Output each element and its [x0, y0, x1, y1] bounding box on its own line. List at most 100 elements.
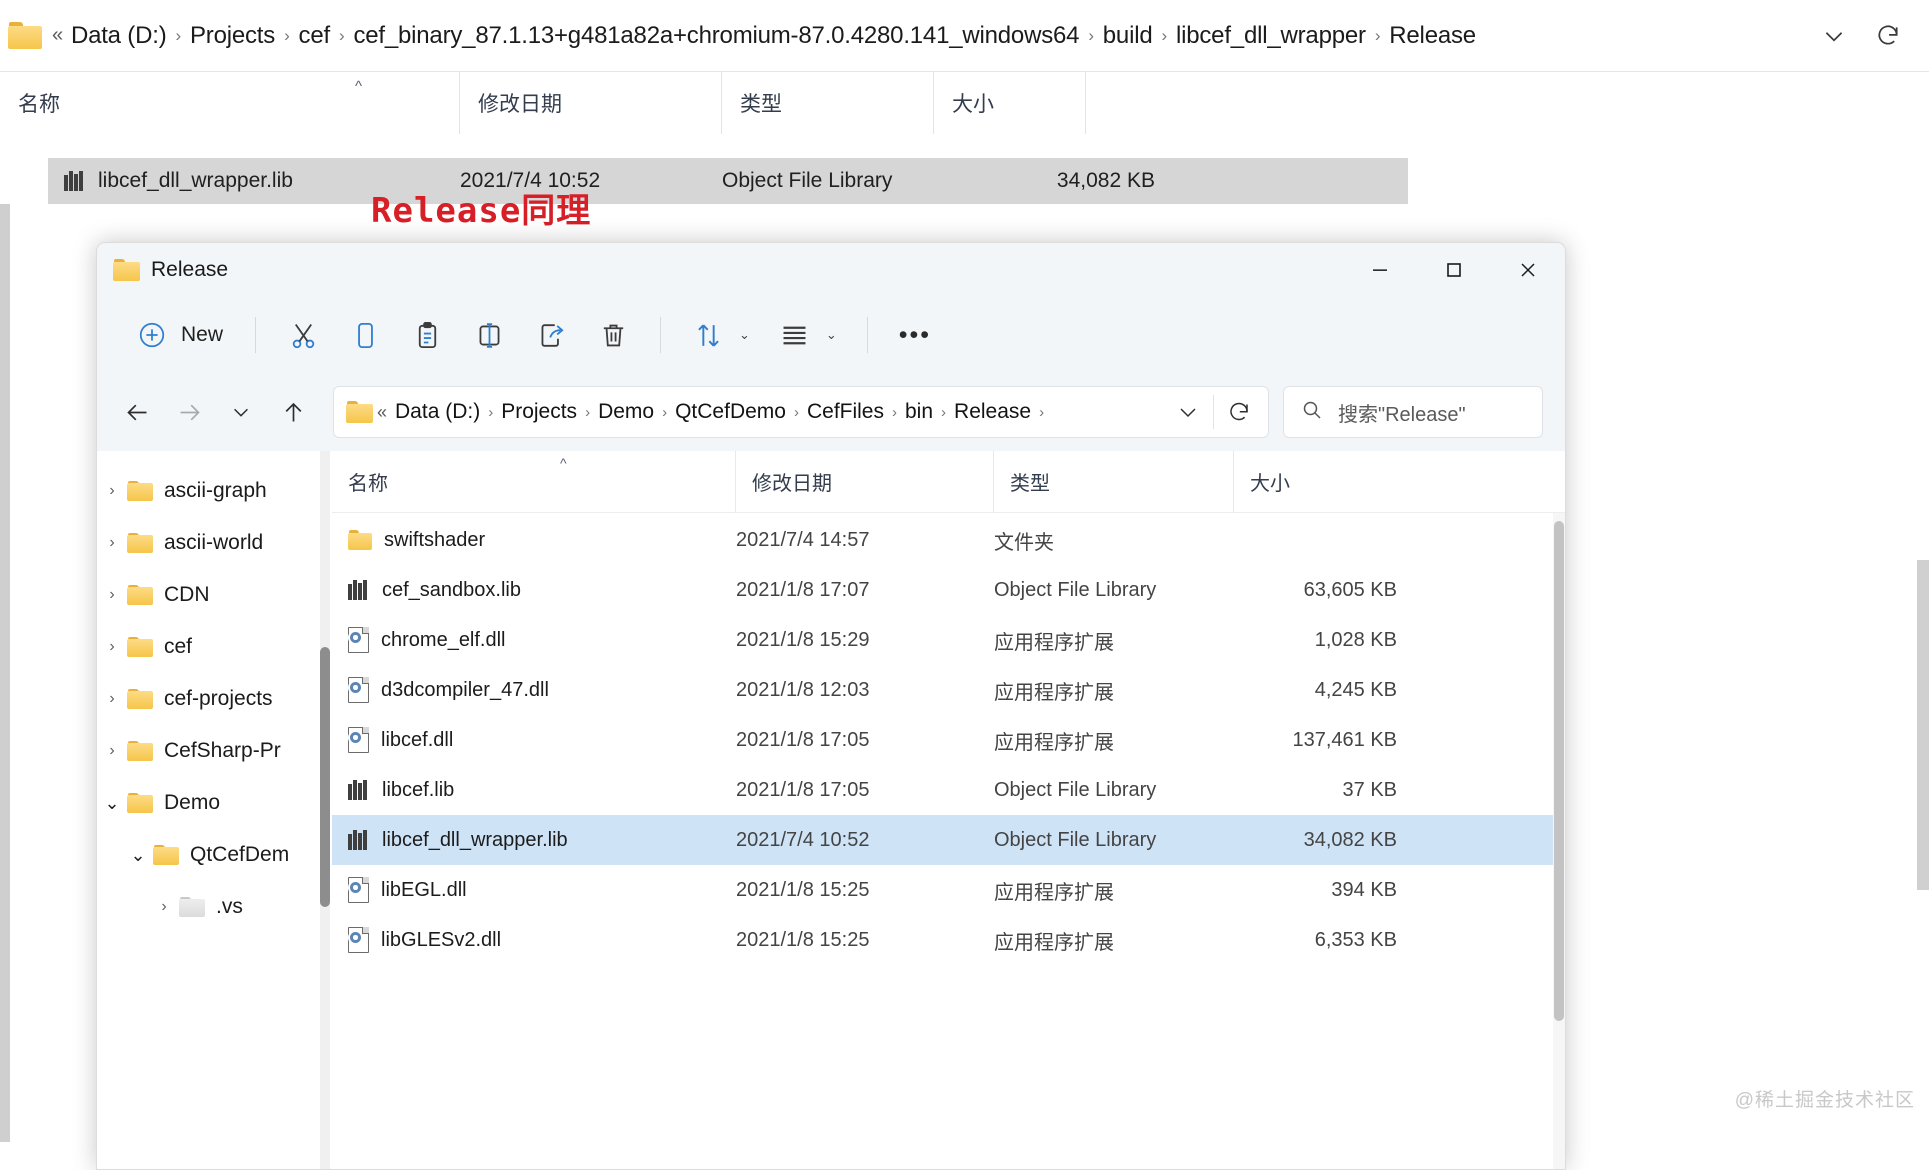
search-input[interactable]: 搜索"Release" — [1283, 386, 1543, 438]
breadcrumb-item-ceffiles[interactable]: CefFiles — [807, 400, 884, 424]
forward-button[interactable] — [163, 386, 215, 438]
view-button[interactable]: ⌄ — [764, 309, 851, 361]
table-row[interactable]: libcef_dll_wrapper.lib 2021/7/4 10:52 Ob… — [48, 158, 1408, 204]
chevron-right-icon[interactable]: › — [97, 586, 127, 604]
sidebar-item-vs[interactable]: › .vs — [97, 881, 332, 933]
column-header-type[interactable]: 类型 — [994, 451, 1234, 513]
breadcrumb-item-release[interactable]: Release — [1389, 22, 1476, 50]
column-header-size[interactable]: 大小 — [934, 72, 1086, 134]
rename-button[interactable] — [458, 309, 520, 361]
column-label: 类型 — [722, 88, 782, 118]
breadcrumb-lead: « — [52, 24, 63, 47]
table-row[interactable]: d3dcompiler_47.dll 2021/1/8 12:03 应用程序扩展… — [332, 665, 1565, 715]
sidebar-item-cef[interactable]: › cef — [97, 621, 332, 673]
maximize-button[interactable] — [1417, 243, 1491, 297]
share-button[interactable] — [520, 309, 582, 361]
new-button[interactable]: New — [125, 309, 239, 361]
column-header-type[interactable]: 类型 — [722, 72, 934, 134]
sidebar-item-ascii-graph[interactable]: › ascii-graph — [97, 465, 332, 517]
file-size: 137,461 KB — [1234, 729, 1397, 752]
refresh-icon[interactable] — [1865, 13, 1911, 59]
file-type: Object File Library — [994, 829, 1234, 852]
table-row[interactable]: libGLESv2.dll 2021/1/8 15:25 应用程序扩展 6,35… — [332, 915, 1565, 965]
file-name: d3dcompiler_47.dll — [381, 679, 549, 702]
sidebar-item-qtcefdemo[interactable]: ⌄ QtCefDem — [97, 829, 332, 881]
minimize-button[interactable] — [1343, 243, 1417, 297]
table-row[interactable]: libcef.lib 2021/1/8 17:05 Object File Li… — [332, 765, 1565, 815]
more-options-button[interactable]: ••• — [884, 309, 946, 361]
toolbar-divider — [660, 317, 661, 353]
table-row[interactable]: swiftshader 2021/7/4 14:57 文件夹 — [332, 515, 1565, 565]
chevron-right-icon[interactable]: › — [97, 482, 127, 500]
table-row-selected[interactable]: libcef_dll_wrapper.lib 2021/7/4 10:52 Ob… — [332, 815, 1565, 865]
sidebar-item-cdn[interactable]: › CDN — [97, 569, 332, 621]
refresh-button[interactable] — [1216, 389, 1262, 435]
address-dropdown-button[interactable] — [1165, 389, 1211, 435]
chevron-down-icon[interactable] — [1811, 13, 1857, 59]
breadcrumb-item-data[interactable]: Data (D:) — [71, 22, 167, 50]
back-button[interactable] — [111, 386, 163, 438]
breadcrumb-item-projects[interactable]: Projects — [190, 22, 275, 50]
sort-button[interactable]: ⌄ — [677, 309, 764, 361]
chevron-right-icon[interactable]: › — [97, 638, 127, 656]
sidebar-item-label: ascii-graph — [164, 479, 267, 503]
breadcrumb-item-data[interactable]: Data (D:) — [395, 400, 480, 424]
breadcrumb-item-cefbinary[interactable]: cef_binary_87.1.13+g481a82a+chromium-87.… — [353, 22, 1079, 50]
column-label: 类型 — [994, 467, 1050, 496]
table-row[interactable]: libcef.dll 2021/1/8 17:05 应用程序扩展 137,461… — [332, 715, 1565, 765]
plus-circle-icon — [135, 318, 169, 352]
chevron-right-icon[interactable]: › — [97, 742, 127, 760]
breadcrumb-item-demo[interactable]: Demo — [598, 400, 654, 424]
up-button[interactable] — [267, 386, 319, 438]
chevron-down-icon[interactable]: ⌄ — [123, 845, 153, 866]
file-date: 2021/1/8 12:03 — [736, 679, 994, 702]
column-header-name[interactable]: 名称 — [0, 72, 460, 134]
breadcrumb: « Data (D:) › Projects › cef › cef_binar… — [52, 22, 1476, 50]
sidebar-scrollbar-thumb[interactable] — [320, 647, 330, 907]
sidebar-item-demo[interactable]: ⌄ Demo — [97, 777, 332, 829]
chevron-right-icon[interactable]: › — [97, 534, 127, 552]
table-row[interactable]: libEGL.dll 2021/1/8 15:25 应用程序扩展 394 KB — [332, 865, 1565, 915]
paste-button[interactable] — [396, 309, 458, 361]
breadcrumb-item-cef[interactable]: cef — [299, 22, 330, 50]
close-button[interactable] — [1491, 243, 1565, 297]
desktop-right-rail — [1917, 560, 1929, 890]
sidebar-item-ascii-world[interactable]: › ascii-world — [97, 517, 332, 569]
trash-icon — [596, 318, 630, 352]
breadcrumb-item-qtcefdemo[interactable]: QtCefDemo — [675, 400, 786, 424]
table-row[interactable]: cef_sandbox.lib 2021/1/8 17:07 Object Fi… — [332, 565, 1565, 615]
list-lines-icon — [778, 318, 812, 352]
breadcrumb-item-release[interactable]: Release — [954, 400, 1031, 424]
column-header-size[interactable]: 大小 — [1234, 451, 1397, 513]
cut-button[interactable] — [272, 309, 334, 361]
table-row[interactable]: chrome_elf.dll 2021/1/8 15:29 应用程序扩展 1,0… — [332, 615, 1565, 665]
address-bar[interactable]: « Data (D:) › Projects › Demo › QtCefDem… — [333, 386, 1269, 438]
column-header-name[interactable]: 名称 — [332, 451, 736, 513]
folder-icon — [127, 533, 153, 554]
breadcrumb-item-build[interactable]: build — [1103, 22, 1153, 50]
breadcrumb-item-bin[interactable]: bin — [905, 400, 933, 424]
delete-button[interactable] — [582, 309, 644, 361]
chevron-right-icon[interactable]: › — [149, 898, 179, 916]
file-name-cell: cef_sandbox.lib — [332, 579, 736, 602]
column-header-date[interactable]: 修改日期 — [736, 451, 994, 513]
sidebar-item-cefsharp[interactable]: › CefSharp-Pr — [97, 725, 332, 777]
chevron-right-icon: › — [1375, 26, 1380, 46]
chevron-down-icon[interactable]: ⌄ — [97, 793, 127, 814]
background-address-actions — [1811, 0, 1929, 72]
column-header-date[interactable]: 修改日期 — [460, 72, 722, 134]
file-name: cef_sandbox.lib — [382, 579, 521, 602]
breadcrumb-item-projects[interactable]: Projects — [501, 400, 577, 424]
file-list-scrollbar-thumb[interactable] — [1554, 521, 1564, 1021]
chevron-right-icon[interactable]: › — [97, 690, 127, 708]
copy-button[interactable] — [334, 309, 396, 361]
sort-ascending-icon: ^ — [355, 78, 362, 95]
library-icon — [64, 171, 86, 191]
recent-locations-button[interactable] — [215, 386, 267, 438]
title-bar[interactable]: Release — [97, 243, 1565, 297]
navigation-bar: « Data (D:) › Projects › Demo › QtCefDem… — [97, 373, 1565, 451]
file-size: 1,028 KB — [1234, 629, 1397, 652]
sidebar-item-cef-projects[interactable]: › cef-projects — [97, 673, 332, 725]
breadcrumb-item-wrapper[interactable]: libcef_dll_wrapper — [1176, 22, 1366, 50]
library-icon — [348, 830, 370, 850]
